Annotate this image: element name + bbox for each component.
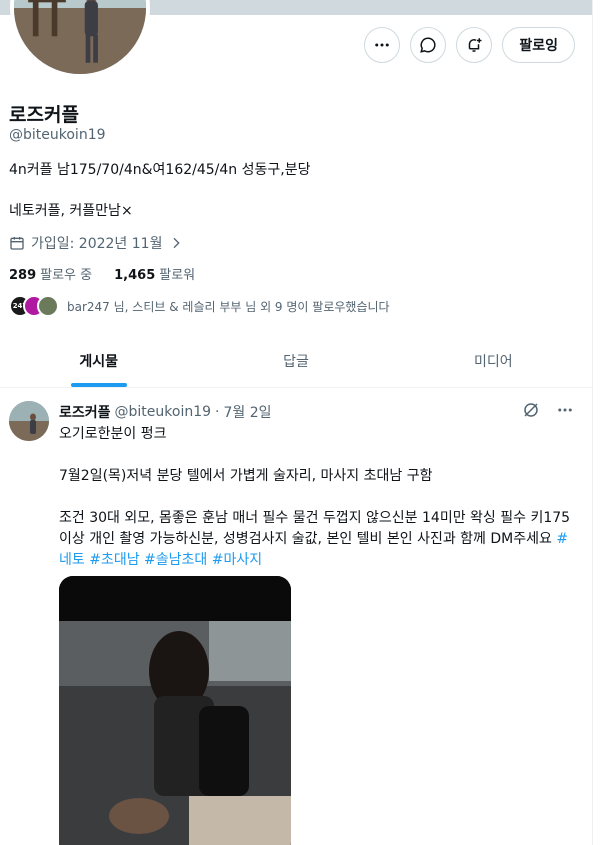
chevron-right-icon: [173, 237, 181, 249]
followed-by[interactable]: 247 bar247 님, 스티브 & 레슬리 부부 님 외 9 명이 팔로우했…: [9, 295, 390, 317]
tab-media-label: 미디어: [474, 354, 513, 370]
display-name: 로즈커플: [9, 104, 79, 126]
follow-counts: 289 팔로우 중 1,465 팔로워: [9, 264, 195, 283]
message-icon: [420, 37, 436, 53]
post-body: 오기로한분이 펑크 7월2일(목)저녁 분당 텔에서 가볍게 술자리, 마사지 …: [59, 424, 579, 592]
followed-by-text: bar247 님, 스티브 & 레슬리 부부 님 외 9 명이 팔로우했습니다: [67, 299, 390, 314]
followers-count: 1,465: [114, 268, 156, 283]
post-avatar[interactable]: [9, 401, 49, 441]
following-count: 289: [9, 268, 37, 283]
profile-avatar[interactable]: [10, 0, 150, 78]
following-label: 팔로우 중: [40, 268, 93, 283]
mutual-avatar-3: [37, 295, 59, 317]
grok-icon[interactable]: [522, 401, 540, 419]
post-line-1: 오기로한분이 펑크: [59, 426, 167, 442]
post[interactable]: 로즈커플 @biteukoin19 · 7월 2일 오기로한분이 펑크 7월2일…: [0, 389, 592, 845]
post-author-handle[interactable]: @biteukoin19: [115, 404, 212, 420]
profile-tabs: 게시물 답글 미디어: [0, 335, 592, 388]
hashtag-3[interactable]: #솔남초대: [144, 552, 207, 568]
more-icon[interactable]: [556, 401, 574, 419]
post-header: 로즈커플 @biteukoin19 · 7월 2일: [59, 402, 272, 422]
joined-text: 가입일: 2022년 11월: [31, 236, 163, 252]
following-link[interactable]: 289 팔로우 중: [9, 264, 92, 283]
tab-posts-label: 게시물: [79, 354, 118, 370]
bell-plus-icon: [469, 38, 482, 52]
bio-line-1: 4n커플 남175/70/4n&여162/45/4n 성동구,분당: [9, 162, 311, 178]
tab-replies-label: 답글: [283, 354, 309, 370]
followers-link[interactable]: 1,465 팔로워: [114, 264, 195, 283]
profile-actions: 팔로잉: [364, 27, 575, 63]
media-photo: [59, 576, 291, 845]
post-line-3-text: 조건 30대 외모, 몸좋은 훈남 매너 필수 물건 두껍지 않으신분 14미만…: [59, 510, 571, 547]
more-button[interactable]: [364, 27, 401, 63]
active-tab-indicator: [70, 383, 127, 387]
bio-line-2: 네토커플, 커플만남×: [9, 203, 133, 219]
message-button[interactable]: [410, 27, 447, 63]
post-media[interactable]: [59, 576, 291, 845]
tab-media[interactable]: 미디어: [395, 335, 592, 387]
post-separator: ·: [215, 404, 220, 420]
post-date[interactable]: 7월 2일: [224, 402, 272, 422]
tab-posts[interactable]: 게시물: [0, 335, 197, 387]
hashtag-2[interactable]: #초대남: [89, 552, 139, 568]
post-actions: [522, 401, 574, 419]
handle: @biteukoin19: [9, 127, 106, 143]
mutual-avatars: 247: [9, 295, 59, 317]
avatar-photo: [14, 0, 146, 74]
hashtag-4[interactable]: #마사지: [212, 552, 262, 568]
followers-label: 팔로워: [159, 268, 196, 283]
following-button[interactable]: 팔로잉: [502, 27, 575, 63]
post-line-3: 조건 30대 외모, 몸좋은 훈남 매너 필수 물건 두껍지 않으신분 14미만…: [59, 508, 579, 571]
more-icon: [375, 43, 390, 47]
post-author-name[interactable]: 로즈커플: [59, 402, 111, 422]
avatar-photo: [9, 401, 49, 441]
tab-replies[interactable]: 답글: [197, 335, 394, 387]
calendar-icon: [10, 237, 24, 250]
post-line-2: 7월2일(목)저녁 분당 텔에서 가볍게 술자리, 마사지 초대남 구함: [59, 468, 433, 484]
joined-date[interactable]: 가입일: 2022년 11월: [9, 233, 184, 253]
notify-button[interactable]: [456, 27, 493, 63]
scrollbar[interactable]: [592, 0, 613, 845]
